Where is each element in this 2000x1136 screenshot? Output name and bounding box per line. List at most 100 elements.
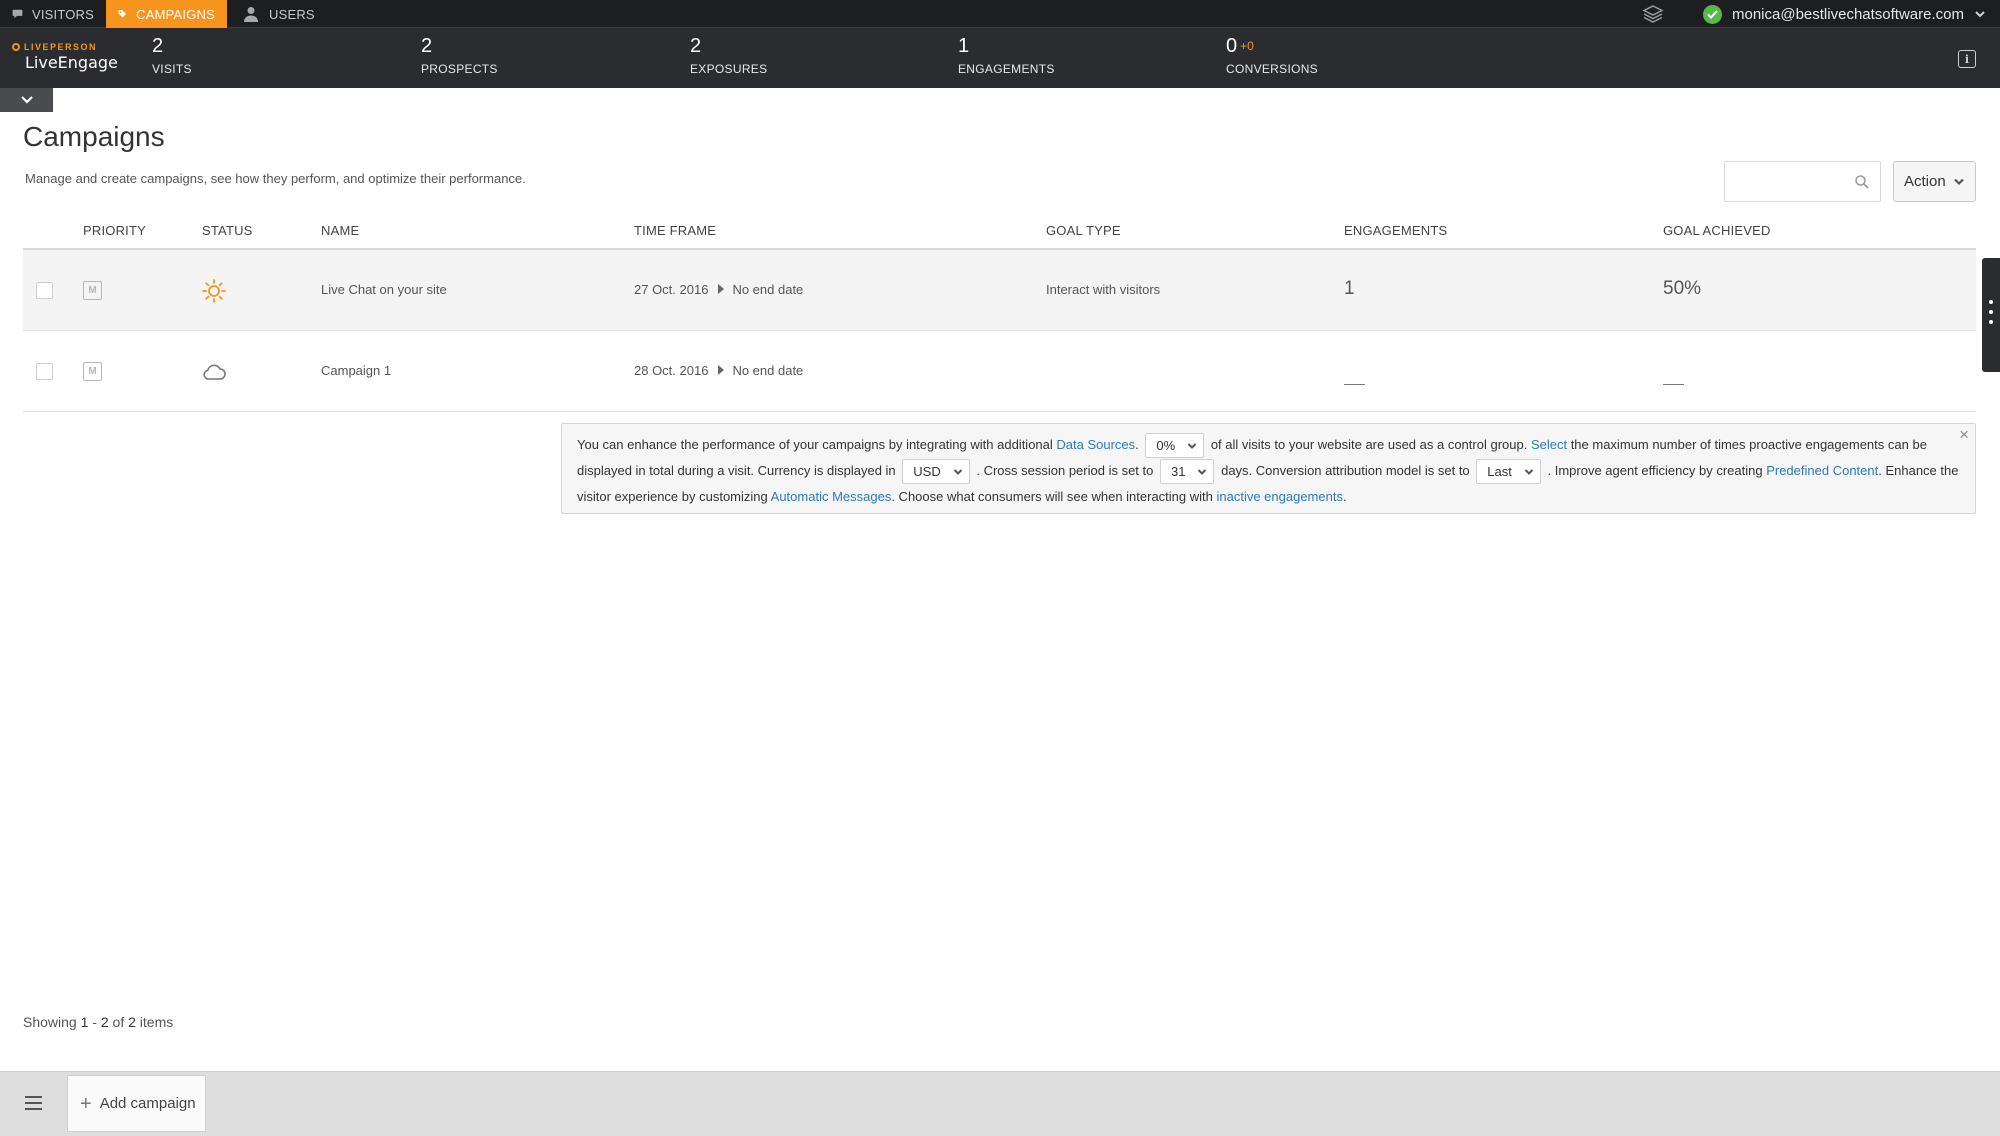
table-row[interactable]: M Live Chat on your site 27 Oct. 2016 No … <box>23 250 1976 331</box>
kpi-label: EXPOSURES <box>690 62 768 76</box>
col-goal-type[interactable]: GOAL TYPE <box>1046 223 1121 238</box>
kpi-exposures[interactable]: 2 EXPOSURES <box>690 34 767 76</box>
priority-icon[interactable]: M <box>83 362 102 381</box>
col-goal-achieved[interactable]: GOAL ACHIEVED <box>1663 223 1771 238</box>
pagination-text: of <box>108 1014 129 1030</box>
link-inactive-engagements[interactable]: inactive engagements <box>1216 489 1342 504</box>
info-text: . Choose what consumers will see when in… <box>891 489 1217 505</box>
time-frame-start: 28 Oct. 2016 <box>634 363 709 378</box>
col-priority[interactable]: PRIORITY <box>83 223 146 238</box>
online-status-icon <box>1703 4 1722 24</box>
chevron-down-icon <box>1524 468 1534 475</box>
pagination-text: - <box>88 1014 101 1030</box>
info-text: . <box>1135 437 1139 452</box>
info-text: . Cross session period is set to <box>976 463 1157 479</box>
bottom-toolbar: + Add campaign <box>0 1071 2000 1136</box>
link-select[interactable]: Select <box>1531 437 1567 452</box>
kpi-label: PROSPECTS <box>421 62 498 76</box>
chevron-down-icon <box>1187 442 1197 449</box>
logo-name: LiveEngage <box>25 53 118 72</box>
time-frame: 28 Oct. 2016 No end date <box>634 363 803 378</box>
collapse-kpi-button[interactable] <box>0 88 53 112</box>
time-frame-end: No end date <box>732 363 804 378</box>
campaign-name[interactable]: Campaign 1 <box>321 363 391 378</box>
attribution-model-select[interactable]: Last <box>1476 459 1541 485</box>
engagements-value: 1 <box>1344 278 1355 299</box>
link-data-sources[interactable]: Data Sources <box>1056 437 1135 452</box>
chevron-down-icon <box>1198 468 1207 475</box>
col-engagements[interactable]: ENGAGEMENTS <box>1344 223 1447 238</box>
info-text: . Improve agent efficiency by creating <box>1547 463 1767 479</box>
layers-icon[interactable] <box>1642 4 1664 24</box>
settings-info-box: × You can enhance the performance of you… <box>561 423 1976 514</box>
engagements-value <box>1344 369 1365 391</box>
kpi-value: 2 <box>690 35 702 57</box>
goal-type: Interact with visitors <box>1046 282 1161 297</box>
info-text: . <box>1342 489 1347 505</box>
kpi-label: ENGAGEMENTS <box>958 62 1055 76</box>
close-icon[interactable]: × <box>1959 426 1969 444</box>
kpi-label: CONVERSIONS <box>1226 62 1318 76</box>
kpi-engagements[interactable]: 1 ENGAGEMENTS <box>958 34 1055 76</box>
user-email: monica@bestlivechatsoftware.com <box>1732 5 1964 23</box>
liveengage-logo: LIVEPERSON LiveEngage <box>12 42 118 72</box>
plus-icon: + <box>80 1092 92 1115</box>
link-predefined-content[interactable]: Predefined Content <box>1766 463 1878 478</box>
add-campaign-button[interactable]: + Add campaign <box>67 1075 206 1132</box>
arrow-right-icon <box>718 365 725 375</box>
goal-achieved-value <box>1663 369 1684 391</box>
empty-value-dash <box>1344 383 1365 385</box>
kpi-conversions[interactable]: 0 +0 CONVERSIONS <box>1226 34 1318 76</box>
tab-campaigns[interactable]: CAMPAIGNS <box>106 0 227 28</box>
goal-achieved-value: 50% <box>1663 278 1702 299</box>
chevron-down-icon <box>953 468 962 475</box>
col-status[interactable]: STATUS <box>202 223 253 238</box>
page-title: Campaigns <box>23 121 165 152</box>
kpi-label: VISITS <box>152 62 192 76</box>
tab-campaigns-label: CAMPAIGNS <box>136 6 215 22</box>
pagination-total: 2 <box>128 1014 136 1030</box>
search-icon[interactable] <box>1854 174 1870 190</box>
info-text: You can enhance the performance of your … <box>577 437 1057 452</box>
chat-bubble-icon <box>12 9 23 19</box>
action-button[interactable]: Action <box>1893 161 1976 202</box>
table-row[interactable]: M Campaign 1 28 Oct. 2016 No end date <box>23 331 1976 412</box>
info-text: of all visits to your website are used a… <box>1210 437 1531 452</box>
control-group-select[interactable]: 0% <box>1145 433 1205 459</box>
tab-users[interactable]: USERS <box>230 0 330 28</box>
menu-icon[interactable] <box>25 1096 42 1111</box>
col-name[interactable]: NAME <box>321 223 359 238</box>
search-box <box>1724 161 1881 202</box>
select-value: 31 <box>1171 464 1186 480</box>
pagination-text: items <box>135 1014 174 1030</box>
campaign-name[interactable]: Live Chat on your site <box>321 282 447 297</box>
chevron-down-icon <box>1975 11 1985 18</box>
kpi-prospects[interactable]: 2 PROSPECTS <box>421 34 498 76</box>
user-menu[interactable]: monica@bestlivechatsoftware.com <box>1703 0 1986 28</box>
add-campaign-label: Add campaign <box>99 1095 196 1112</box>
kpi-value: 2 <box>421 35 433 57</box>
select-value: Last <box>1487 464 1512 480</box>
arrow-right-icon <box>718 284 725 294</box>
search-input[interactable] <box>1725 162 1845 200</box>
priority-icon[interactable]: M <box>83 281 102 300</box>
tab-users-label: USERS <box>269 6 315 22</box>
link-automatic-messages[interactable]: Automatic Messages <box>771 489 892 504</box>
tab-visitors[interactable]: VISITORS <box>0 0 106 28</box>
sun-icon <box>202 279 226 303</box>
row-checkbox[interactable] <box>36 363 53 380</box>
chevron-down-icon <box>20 96 33 104</box>
info-icon[interactable]: i <box>1958 50 1976 68</box>
kpi-visits[interactable]: 2 VISITS <box>152 34 192 76</box>
session-period-select[interactable]: 31 <box>1160 459 1215 485</box>
cloud-icon <box>203 364 226 380</box>
logo-top: LIVEPERSON <box>24 42 98 52</box>
empty-value-dash <box>1663 383 1684 385</box>
chevron-down-icon <box>1954 178 1964 186</box>
currency-select[interactable]: USD <box>902 459 970 485</box>
kpi-value: 2 <box>152 35 164 57</box>
col-time-frame[interactable]: TIME FRAME <box>634 223 716 238</box>
row-checkbox[interactable] <box>36 282 53 299</box>
side-panel-handle[interactable] <box>1982 258 2000 372</box>
pagination-summary: Showing 1 - 2 of 2 items <box>23 1014 173 1030</box>
